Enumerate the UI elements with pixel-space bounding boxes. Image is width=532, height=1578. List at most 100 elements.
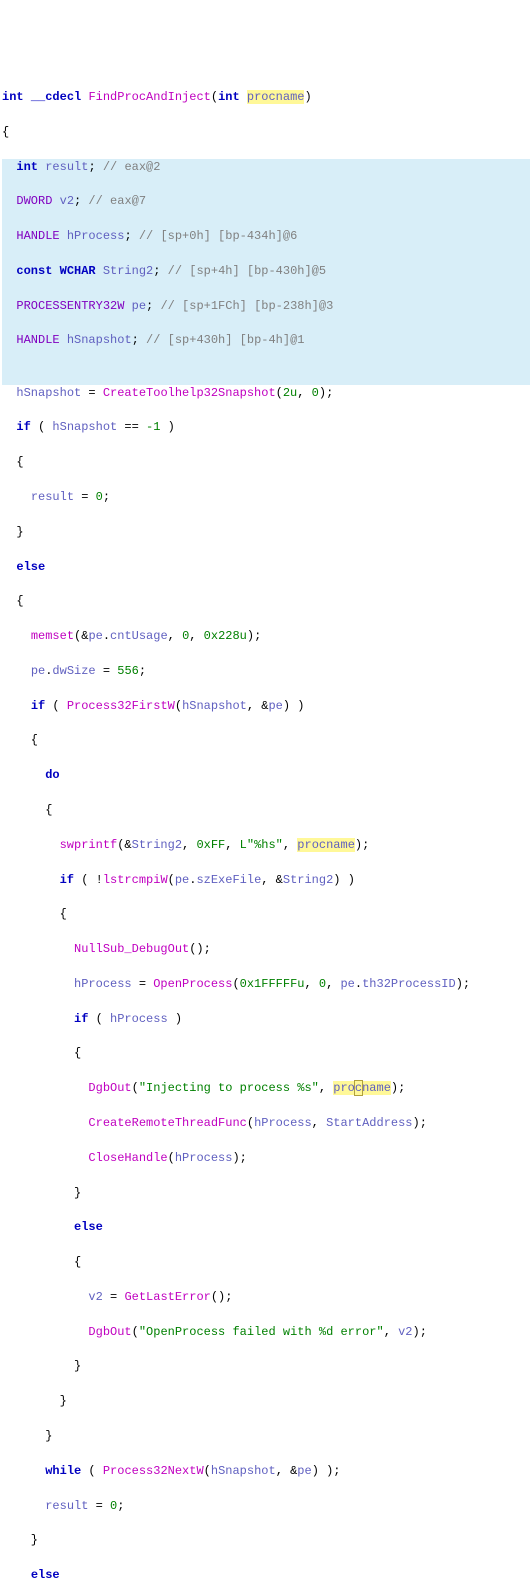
identifier[interactable]: hProcess [74, 977, 132, 991]
signature-line: int __cdecl FindProcAndInject(int procna… [2, 89, 530, 106]
brace: { [2, 906, 530, 923]
string-literal: "%hs" [247, 838, 283, 852]
decl-type: DWORD [16, 194, 52, 208]
identifier[interactable]: hSnapshot [211, 1464, 276, 1478]
call[interactable]: lstrcmpiW [103, 873, 168, 887]
literal: 0 [96, 490, 103, 504]
identifier[interactable]: hSnapshot [16, 386, 81, 400]
declarations-block: int result; // eax@2 DWORD v2; // eax@7 … [2, 159, 530, 385]
identifier[interactable]: String2 [283, 873, 333, 887]
code-line: memset(&pe.cntUsage, 0, 0x228u); [2, 628, 530, 645]
brace: } [2, 1428, 530, 1445]
identifier[interactable]: szExeFile [196, 873, 261, 887]
code-line: result = 0; [2, 1498, 530, 1515]
decl-var[interactable]: String2 [103, 264, 153, 278]
code-line: else [2, 559, 530, 576]
brace-open: { [2, 124, 530, 141]
code-line: do [2, 767, 530, 784]
keyword: else [16, 560, 45, 574]
call[interactable]: CloseHandle [88, 1151, 167, 1165]
identifier[interactable]: hSnapshot [52, 420, 117, 434]
literal: -1 [146, 420, 160, 434]
identifier[interactable]: hProcess [110, 1012, 168, 1026]
code-line: NullSub_DebugOut(); [2, 941, 530, 958]
identifier[interactable]: result [45, 1499, 88, 1513]
code-view: int __cdecl FindProcAndInject(int procna… [2, 72, 530, 1578]
call[interactable]: swprintf [60, 838, 118, 852]
brace: } [2, 524, 530, 541]
decl-var[interactable]: pe [132, 299, 146, 313]
identifier[interactable]: result [31, 490, 74, 504]
function-name[interactable]: FindProcAndInject [88, 90, 210, 104]
text-caret: c [355, 1081, 362, 1095]
call[interactable]: NullSub_DebugOut [74, 942, 189, 956]
code-line: if ( !lstrcmpiW(pe.szExeFile, &String2) … [2, 872, 530, 889]
decl-var[interactable]: hProcess [67, 229, 125, 243]
identifier[interactable]: cntUsage [110, 629, 168, 643]
call[interactable]: Process32FirstW [67, 699, 175, 713]
literal: 0 [182, 629, 189, 643]
call[interactable]: CreateToolhelp32Snapshot [103, 386, 276, 400]
brace: } [2, 1358, 530, 1375]
calling-convention: __cdecl [31, 90, 81, 104]
call[interactable]: DgbOut [88, 1325, 131, 1339]
code-line: else [2, 1219, 530, 1236]
decl-type: int [16, 160, 38, 174]
literal: 0 [312, 386, 319, 400]
keyword: else [74, 1220, 103, 1234]
decl-comment: // [sp+1FCh] [bp-238h]@3 [153, 299, 333, 313]
decl-comment: // eax@2 [96, 160, 161, 174]
call[interactable]: CreateRemoteThreadFunc [88, 1116, 246, 1130]
brace: { [2, 1045, 530, 1062]
decl-var[interactable]: result [45, 160, 88, 174]
identifier[interactable]: hProcess [175, 1151, 233, 1165]
identifier[interactable]: pe [297, 1464, 311, 1478]
code-line: CloseHandle(hProcess); [2, 1150, 530, 1167]
code-line: if ( hProcess ) [2, 1011, 530, 1028]
call[interactable]: Process32NextW [103, 1464, 204, 1478]
literal: 556 [117, 664, 139, 678]
string-literal: "Injecting to process %s" [139, 1081, 319, 1095]
keyword: if [16, 420, 30, 434]
identifier[interactable]: th32ProcessID [362, 977, 456, 991]
identifier[interactable]: hSnapshot [182, 699, 247, 713]
brace: { [2, 732, 530, 749]
literal: 2u [283, 386, 297, 400]
identifier[interactable]: v2 [398, 1325, 412, 1339]
identifier[interactable]: pe [268, 699, 282, 713]
identifier[interactable]: procname [297, 838, 355, 852]
decl-type: const WCHAR [16, 264, 95, 278]
param-name[interactable]: procname [247, 90, 305, 104]
code-line: pe.dwSize = 556; [2, 663, 530, 680]
brace: } [2, 1532, 530, 1549]
code-line: hSnapshot = CreateToolhelp32Snapshot(2u,… [2, 385, 530, 402]
call[interactable]: DgbOut [88, 1081, 131, 1095]
decl-var[interactable]: v2 [60, 194, 74, 208]
identifier[interactable]: hProcess [254, 1116, 312, 1130]
identifier[interactable]: pe [88, 629, 102, 643]
identifier[interactable]: StartAddress [326, 1116, 412, 1130]
brace: } [2, 1185, 530, 1202]
code-line: result = 0; [2, 489, 530, 506]
identifier-highlight[interactable]: procname [333, 1081, 391, 1095]
code-line: CreateRemoteThreadFunc(hProcess, StartAd… [2, 1115, 530, 1132]
identifier[interactable]: v2 [88, 1290, 102, 1304]
literal: 0x1FFFFFu [240, 977, 305, 991]
keyword: if [31, 699, 45, 713]
code-line: hProcess = OpenProcess(0x1FFFFFu, 0, pe.… [2, 976, 530, 993]
call[interactable]: memset [31, 629, 74, 643]
identifier[interactable]: pe [175, 873, 189, 887]
code-line: while ( Process32NextW(hSnapshot, &pe) )… [2, 1463, 530, 1480]
keyword: while [45, 1464, 81, 1478]
code-line: DgbOut("OpenProcess failed with %d error… [2, 1324, 530, 1341]
identifier[interactable]: pe [340, 977, 354, 991]
call[interactable]: OpenProcess [153, 977, 232, 991]
keyword: do [45, 768, 59, 782]
decl-comment: // [sp+430h] [bp-4h]@1 [139, 333, 305, 347]
identifier[interactable]: String2 [132, 838, 182, 852]
code-line: swprintf(&String2, 0xFF, L"%hs", procnam… [2, 837, 530, 854]
call[interactable]: GetLastError [124, 1290, 210, 1304]
decl-var[interactable]: hSnapshot [67, 333, 132, 347]
identifier[interactable]: pe [31, 664, 45, 678]
identifier[interactable]: dwSize [52, 664, 95, 678]
